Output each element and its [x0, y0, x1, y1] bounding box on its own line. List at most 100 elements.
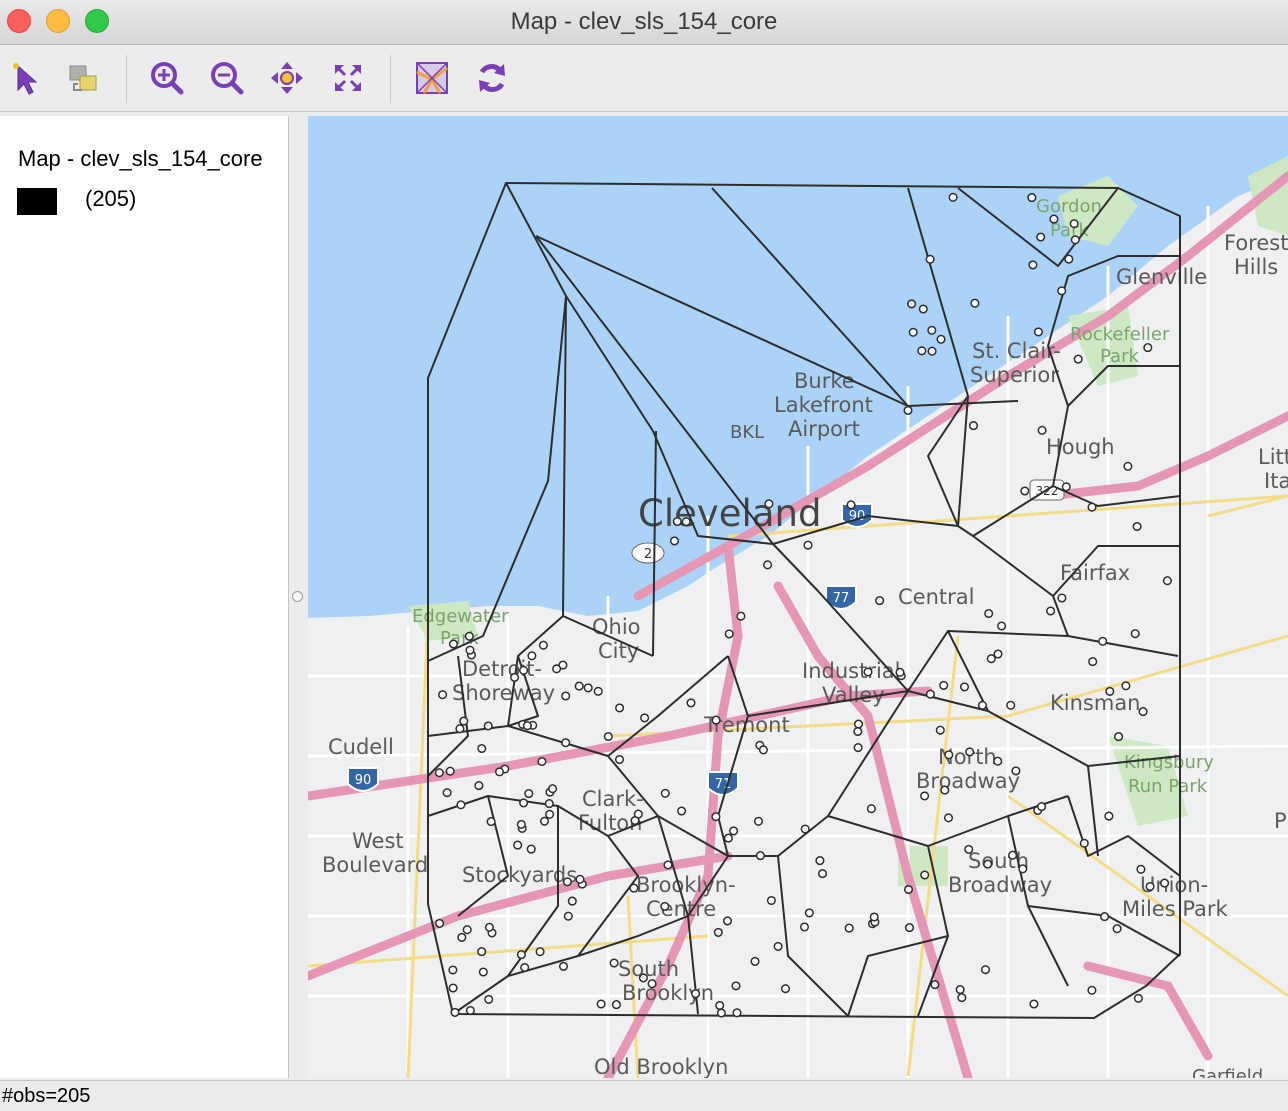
observation-point[interactable] [522, 721, 532, 731]
observation-point[interactable] [1112, 924, 1122, 934]
observation-point[interactable] [593, 686, 603, 696]
observation-point[interactable] [455, 724, 465, 734]
observation-point[interactable] [803, 540, 813, 550]
observation-point[interactable] [863, 667, 873, 677]
observation-point[interactable] [1145, 881, 1155, 892]
observation-point[interactable] [548, 784, 558, 794]
observation-point[interactable] [763, 560, 773, 570]
observation-point[interactable] [948, 192, 958, 202]
zoom-in-tool-button[interactable] [145, 56, 189, 100]
observation-point[interactable] [939, 680, 949, 690]
observation-point[interactable] [691, 989, 701, 999]
observation-point[interactable] [844, 923, 854, 933]
observation-point[interactable] [936, 334, 946, 344]
observation-point[interactable] [614, 754, 625, 765]
observation-point[interactable] [875, 596, 885, 606]
observation-point[interactable] [736, 611, 746, 621]
observation-point[interactable] [866, 804, 876, 814]
observation-point[interactable] [574, 681, 584, 691]
observation-point[interactable] [925, 689, 935, 699]
observation-point[interactable] [603, 731, 613, 742]
observation-point[interactable] [448, 639, 459, 649]
observation-point[interactable] [1088, 657, 1098, 667]
observation-point[interactable] [1105, 686, 1115, 696]
observation-point[interactable] [968, 421, 979, 431]
observation-point[interactable] [438, 690, 448, 700]
observation-point[interactable] [456, 800, 466, 810]
observation-point[interactable] [464, 631, 474, 641]
observation-point[interactable] [1087, 502, 1097, 512]
observation-point[interactable] [1100, 912, 1110, 922]
observation-point[interactable] [804, 908, 814, 918]
observation-point[interactable] [853, 719, 864, 729]
observation-point[interactable] [448, 965, 458, 975]
observation-point[interactable] [465, 1005, 475, 1016]
observation-point[interactable] [1132, 521, 1142, 532]
observation-point[interactable] [986, 654, 996, 664]
observation-point[interactable] [815, 856, 825, 866]
observation-point[interactable] [1057, 593, 1067, 603]
observation-point[interactable] [448, 983, 458, 993]
observation-point[interactable] [944, 750, 954, 760]
observation-point[interactable] [907, 299, 917, 309]
observation-point[interactable] [715, 1000, 725, 1011]
observation-point[interactable] [483, 721, 493, 731]
observation-point[interactable] [766, 895, 776, 906]
observation-point[interactable] [1079, 838, 1089, 848]
observation-point[interactable] [669, 536, 680, 546]
observation-point[interactable] [1028, 260, 1038, 270]
observation-point[interactable] [519, 665, 529, 675]
observation-point[interactable] [753, 816, 764, 826]
observation-point[interactable] [527, 651, 537, 661]
observation-point[interactable] [1020, 486, 1030, 496]
observation-point[interactable] [1057, 286, 1067, 296]
zoom-out-tool-button[interactable] [205, 56, 249, 100]
observation-point[interactable] [686, 698, 696, 708]
observation-point[interactable] [918, 304, 928, 314]
observation-point[interactable] [1114, 732, 1124, 742]
observation-point[interactable] [1143, 343, 1153, 353]
observation-point[interactable] [993, 756, 1003, 766]
observation-point[interactable] [660, 788, 670, 798]
observation-point[interactable] [477, 947, 487, 957]
observation-point[interactable] [1027, 193, 1037, 203]
observation-point[interactable] [567, 896, 577, 906]
observation-point[interactable] [677, 806, 687, 816]
observation-point[interactable] [477, 743, 487, 754]
observation-point[interactable] [930, 980, 940, 990]
observation-point[interactable] [1069, 219, 1079, 229]
observation-point[interactable] [524, 789, 534, 799]
observation-point[interactable] [1037, 802, 1047, 812]
observation-point[interactable] [959, 682, 970, 692]
observation-point[interactable] [609, 958, 619, 968]
observation-point[interactable] [1033, 327, 1043, 337]
observation-point[interactable] [484, 922, 494, 932]
observation-point[interactable] [583, 683, 593, 693]
observation-point[interactable] [713, 927, 723, 937]
observation-point[interactable] [435, 918, 445, 928]
observation-point[interactable] [526, 844, 536, 854]
observation-point[interactable] [869, 912, 879, 922]
observation-point[interactable] [853, 743, 863, 753]
observation-point[interactable] [445, 766, 455, 776]
observation-point[interactable] [1049, 214, 1059, 224]
observation-point[interactable] [486, 817, 496, 827]
observation-point[interactable] [640, 713, 650, 723]
observation-point[interactable] [434, 768, 444, 778]
observation-point[interactable] [442, 788, 452, 798]
observation-point[interactable] [957, 993, 967, 1003]
observation-point[interactable] [758, 745, 768, 755]
observation-point[interactable] [638, 973, 648, 983]
observation-point[interactable] [457, 932, 467, 942]
observation-point[interactable] [474, 781, 484, 791]
basemap-tool-button[interactable] [410, 56, 454, 100]
observation-point[interactable] [980, 965, 991, 975]
observation-point[interactable] [537, 756, 547, 767]
observation-point[interactable] [920, 791, 930, 801]
observation-point[interactable] [1073, 354, 1083, 364]
observation-point[interactable] [1029, 999, 1039, 1009]
observation-point[interactable] [1061, 482, 1071, 492]
observation-point[interactable] [731, 981, 741, 991]
observation-point[interactable] [764, 499, 774, 509]
legend-color-swatch[interactable] [17, 188, 57, 215]
